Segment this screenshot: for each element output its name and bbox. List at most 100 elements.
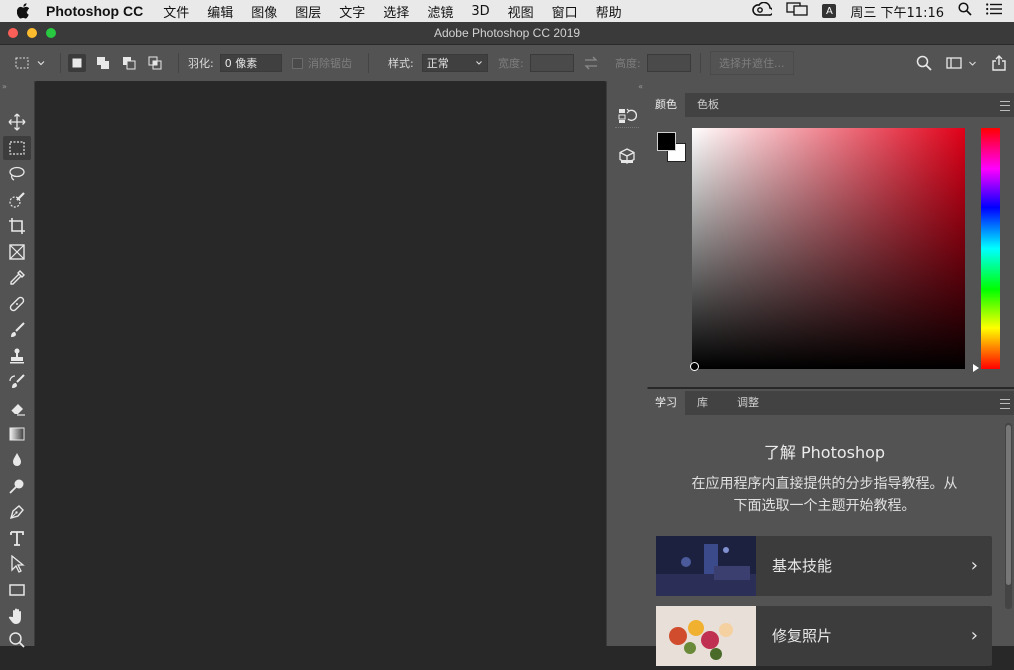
collapse-toolbar-icon[interactable]: »	[2, 82, 7, 91]
share-button[interactable]	[991, 45, 1007, 81]
menu-layer[interactable]: 图层	[295, 2, 321, 21]
menu-help[interactable]: 帮助	[596, 2, 622, 21]
subtract-selection-button[interactable]	[120, 54, 138, 72]
antialias-checkbox[interactable]	[292, 57, 303, 69]
swap-dimensions-button[interactable]	[583, 45, 599, 81]
rectangle-icon	[9, 584, 25, 596]
marquee-icon	[9, 141, 25, 155]
lasso-tool[interactable]	[3, 162, 31, 186]
share-icon	[992, 55, 1006, 71]
menu-file[interactable]: 文件	[163, 2, 189, 21]
move-tool[interactable]	[3, 110, 31, 134]
new-selection-button[interactable]	[68, 54, 86, 72]
gradient-icon	[9, 427, 25, 441]
marquee-tool[interactable]	[3, 136, 31, 160]
chevron-down-icon	[969, 61, 976, 66]
hue-slider-handle[interactable]	[973, 364, 979, 372]
tab-learn[interactable]: 学习	[647, 391, 685, 415]
menu-filter[interactable]: 滤镜	[427, 2, 453, 21]
brush-icon	[11, 322, 25, 337]
quick-selection-tool[interactable]	[3, 188, 31, 212]
tab-libraries[interactable]: 库	[689, 391, 716, 415]
creative-cloud-icon[interactable]	[752, 1, 775, 20]
color-field[interactable]	[692, 128, 965, 369]
feather-input[interactable]: 0 像素	[219, 54, 282, 72]
panel-menu-icon[interactable]	[1000, 399, 1010, 409]
menu-3d[interactable]: 3D	[471, 4, 489, 19]
add-selection-button[interactable]	[94, 54, 112, 72]
window-title-bar: Adobe Photoshop CC 2019	[0, 22, 1014, 45]
hue-slider[interactable]	[981, 128, 1000, 369]
apple-icon[interactable]	[16, 3, 32, 19]
eyedropper-tool[interactable]	[3, 266, 31, 290]
path-select-icon	[11, 555, 25, 573]
foreground-color-swatch[interactable]	[657, 132, 676, 151]
feather-label: 羽化:	[188, 57, 214, 70]
select-and-mask-button[interactable]: 选择并遮住...	[710, 51, 794, 75]
scrollbar-thumb[interactable]	[1006, 425, 1011, 585]
blur-tool[interactable]	[3, 448, 31, 472]
healing-brush-tool[interactable]	[3, 292, 31, 316]
menu-bar: Photoshop CC 文件 编辑 图像 图层 文字 选择 滤镜 3D 视图 …	[0, 0, 1014, 22]
clone-stamp-tool[interactable]	[3, 344, 31, 368]
learn-description-line1: 在应用程序内直接提供的分步指导教程。从	[691, 476, 958, 492]
style-select-value: 正常	[426, 57, 449, 70]
add-selection-icon	[97, 57, 109, 69]
width-input[interactable]	[529, 54, 574, 72]
display-mirror-icon[interactable]	[786, 2, 809, 20]
tab-color[interactable]: 颜色	[647, 93, 685, 117]
clock[interactable]: 周三 下午11:16	[850, 2, 944, 21]
collapsed-panel-dock: «	[606, 81, 648, 646]
menu-view[interactable]: 视图	[508, 2, 534, 21]
color-picker-handle[interactable]	[690, 362, 699, 371]
spotlight-search-icon[interactable]	[958, 2, 972, 20]
color-panel: 颜色 色板	[647, 81, 1014, 387]
menu-edit[interactable]: 编辑	[207, 2, 233, 21]
menu-image[interactable]: 图像	[251, 2, 277, 21]
history-brush-tool[interactable]	[3, 370, 31, 394]
menu-select[interactable]: 选择	[383, 2, 409, 21]
frame-tool[interactable]	[3, 240, 31, 264]
document-workspace[interactable]	[36, 81, 605, 646]
pen-tool[interactable]	[3, 500, 31, 524]
dodge-icon	[9, 479, 24, 494]
history-panel-button[interactable]	[617, 107, 638, 129]
chevron-down-icon	[475, 61, 482, 65]
dodge-tool[interactable]	[3, 474, 31, 498]
input-source-icon[interactable]: A	[822, 4, 837, 18]
crop-tool[interactable]	[3, 214, 31, 238]
3d-panel-button[interactable]	[617, 147, 637, 169]
tools-panel: »	[0, 81, 35, 648]
height-input[interactable]	[646, 54, 691, 72]
app-name-menu[interactable]: Photoshop CC	[46, 3, 143, 19]
hand-icon	[8, 608, 21, 624]
intersect-selection-button[interactable]	[146, 54, 164, 72]
notification-center-icon[interactable]	[986, 3, 1002, 19]
tool-preset-picker[interactable]	[14, 45, 46, 81]
eraser-tool[interactable]	[3, 396, 31, 420]
brush-tool[interactable]	[3, 318, 31, 342]
hand-tool[interactable]	[3, 604, 31, 628]
expand-dock-icon[interactable]: «	[638, 82, 643, 91]
learn-card-basic-skills[interactable]: 基本技能 ›	[656, 536, 992, 596]
menu-window[interactable]: 窗口	[552, 2, 578, 21]
learn-panel-scrollbar[interactable]	[1005, 423, 1012, 609]
eraser-icon	[10, 404, 25, 416]
tab-swatches[interactable]: 色板	[689, 93, 727, 117]
zoom-tool[interactable]	[3, 628, 31, 652]
workspace-switcher[interactable]	[946, 45, 977, 81]
style-select[interactable]: 正常	[421, 54, 488, 72]
basic-skills-thumbnail	[656, 536, 756, 596]
type-icon	[10, 531, 24, 546]
menu-type[interactable]: 文字	[339, 2, 365, 21]
crop-icon	[9, 218, 25, 234]
panel-menu-icon[interactable]	[1000, 101, 1010, 111]
cube-icon	[619, 148, 635, 164]
path-selection-tool[interactable]	[3, 552, 31, 576]
gradient-tool[interactable]	[3, 422, 31, 446]
rectangle-tool[interactable]	[3, 578, 31, 602]
learn-card-fix-photo[interactable]: 修复照片 ›	[656, 606, 992, 666]
tab-adjustments[interactable]: 调整	[729, 391, 767, 415]
type-tool[interactable]	[3, 526, 31, 550]
search-button[interactable]	[916, 45, 932, 81]
